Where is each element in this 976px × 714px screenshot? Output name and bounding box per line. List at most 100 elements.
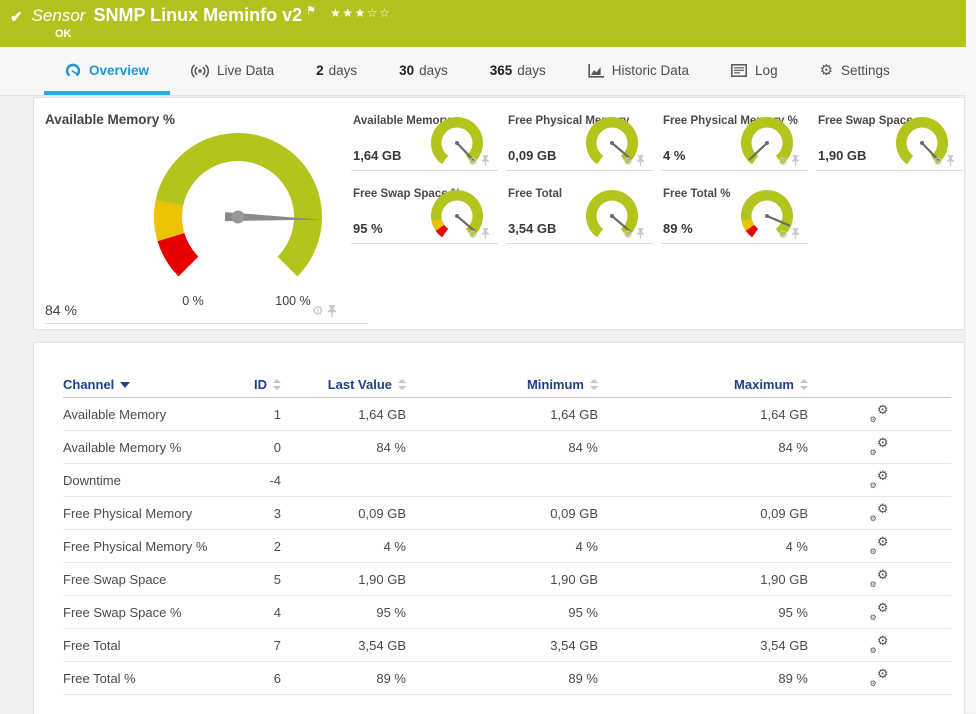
channel-settings-icon[interactable]: ⚙ ⚙	[870, 469, 889, 490]
gauge-actions: ⚙	[312, 305, 337, 318]
channel-id-cell: 7	[223, 628, 281, 662]
sort-icon[interactable]	[273, 378, 281, 390]
minimum-cell: 4 %	[406, 529, 598, 563]
mini-gauge-title: Free Total	[508, 188, 563, 200]
maximum-cell: 0,09 GB	[598, 496, 808, 530]
channel-settings-icon[interactable]: ⚙ ⚙	[870, 634, 889, 655]
mini-gauge-value: 3,54 GB	[508, 221, 557, 236]
channel-id-cell: 0	[223, 430, 281, 464]
gear-icon[interactable]: ⚙	[623, 229, 633, 240]
sort-icon[interactable]	[800, 378, 808, 390]
channel-settings-icon[interactable]: ⚙ ⚙	[870, 568, 889, 589]
channel-id-cell: -4	[223, 463, 281, 497]
column-header-label: Channel	[63, 376, 115, 392]
channel-settings-icon[interactable]: ⚙ ⚙	[870, 535, 889, 556]
gauge-actions: ⚙	[623, 155, 645, 167]
mini-gauge-value: 95 %	[353, 221, 383, 236]
main-gauge	[154, 133, 322, 277]
column-header-label: Maximum	[734, 376, 794, 392]
mini-gauge-card: Free Total % 89 % ⚙	[661, 186, 808, 244]
tab-historic-data[interactable]: Historic Data	[567, 47, 710, 95]
column-header-minimum[interactable]: Minimum	[406, 371, 598, 398]
maximum-cell: 89 %	[598, 661, 808, 695]
tab-30-days[interactable]: 30 days	[378, 47, 469, 95]
minimum-cell: 84 %	[406, 430, 598, 464]
channel-settings-icon[interactable]: ⚙ ⚙	[870, 403, 889, 424]
star-rating[interactable]: ★★★☆☆	[330, 6, 391, 20]
table-row: Downtime -4 ⚙ ⚙	[63, 463, 951, 497]
last-value-cell: 3,54 GB	[281, 628, 406, 662]
column-header-last-value[interactable]: Last Value	[281, 371, 406, 398]
pin-icon[interactable]	[481, 155, 490, 167]
tab-2-days[interactable]: 2 days	[295, 47, 378, 95]
gear-icon[interactable]: ⚙	[778, 156, 788, 167]
gauge-actions: ⚙	[468, 228, 490, 240]
table-row: Available Memory % 0 84 % 84 % 84 % ⚙ ⚙	[63, 430, 951, 464]
table-row: Free Total 7 3,54 GB 3,54 GB 3,54 GB ⚙ ⚙	[63, 628, 951, 662]
tab-log[interactable]: Log	[710, 47, 799, 95]
star-icon[interactable]: ★	[342, 6, 354, 20]
star-icon[interactable]: ☆	[379, 6, 391, 20]
pin-icon[interactable]	[946, 155, 955, 167]
channel-table: Channel ID Last Value Minimum Maximum Availa…	[63, 371, 951, 695]
mini-gauge-value: 0,09 GB	[508, 148, 557, 163]
gauge-actions: ⚙	[778, 228, 800, 240]
priority-flag-icon: ⚑	[306, 5, 317, 17]
area-chart-icon	[588, 63, 604, 78]
mini-gauge-card: Free Physical Memory % 4 % ⚙	[661, 113, 808, 171]
minimum-cell: 1,64 GB	[406, 397, 598, 431]
maximum-cell: 84 %	[598, 430, 808, 464]
star-icon[interactable]: ☆	[367, 6, 379, 20]
sort-icon[interactable]	[398, 378, 406, 390]
channel-id-cell: 5	[223, 562, 281, 596]
gauge-icon	[65, 63, 81, 78]
gear-icon[interactable]: ⚙	[312, 305, 324, 318]
channel-id-cell: 6	[223, 661, 281, 695]
pin-icon[interactable]	[791, 228, 800, 240]
minimum-cell	[406, 463, 598, 497]
channel-settings-icon[interactable]: ⚙ ⚙	[870, 502, 889, 523]
channel-settings-icon[interactable]: ⚙ ⚙	[870, 667, 889, 688]
mini-gauge-card: Available Memory 1,64 GB ⚙	[351, 113, 498, 171]
mini-gauge-value: 1,64 GB	[353, 148, 402, 163]
gear-icon[interactable]: ⚙	[933, 156, 943, 167]
mini-gauge-card: Free Total 3,54 GB ⚙	[506, 186, 653, 244]
tab-bar: Overview Live Data 2 days 30 days 365 da…	[0, 47, 966, 96]
gear-icon[interactable]: ⚙	[468, 229, 478, 240]
pin-icon[interactable]	[327, 305, 337, 318]
gear-icon[interactable]: ⚙	[623, 156, 633, 167]
column-header-id[interactable]: ID	[223, 371, 281, 398]
channel-settings-icon[interactable]: ⚙ ⚙	[870, 601, 889, 622]
table-row: Free Total % 6 89 % 89 % 89 % ⚙ ⚙	[63, 661, 951, 695]
last-value-cell: 84 %	[281, 430, 406, 464]
tab-overview[interactable]: Overview	[44, 47, 171, 95]
tab-settings[interactable]: ⚙ Settings	[799, 47, 911, 95]
column-header-maximum[interactable]: Maximum	[598, 371, 808, 398]
check-icon: ✔	[10, 9, 23, 26]
last-value-cell: 1,64 GB	[281, 397, 406, 431]
channel-name-cell: Free Total	[63, 628, 223, 662]
sort-icon[interactable]	[590, 378, 598, 390]
column-header-label: ID	[254, 376, 267, 392]
mini-gauge-title: Free Total %	[663, 188, 731, 200]
broadcast-icon	[191, 64, 210, 78]
pin-icon[interactable]	[481, 228, 490, 240]
channel-settings-icon[interactable]: ⚙ ⚙	[870, 436, 889, 457]
star-icon[interactable]: ★	[355, 6, 367, 20]
gear-icon[interactable]: ⚙	[468, 156, 478, 167]
sort-desc-icon[interactable]	[120, 381, 131, 388]
mini-gauge-card: Free Swap Space % 95 % ⚙	[351, 186, 498, 244]
star-icon[interactable]: ★	[330, 6, 342, 20]
main-gauge-value: 84 %	[45, 302, 77, 318]
tab-live-data[interactable]: Live Data	[170, 47, 295, 95]
last-value-cell: 4 %	[281, 529, 406, 563]
pin-icon[interactable]	[791, 155, 800, 167]
channel-name-cell: Available Memory	[63, 397, 223, 431]
gear-icon[interactable]: ⚙	[778, 229, 788, 240]
column-header-channel[interactable]: Channel	[63, 371, 223, 398]
pin-icon[interactable]	[636, 155, 645, 167]
channel-name-cell: Available Memory %	[63, 430, 223, 464]
divider	[45, 323, 368, 324]
pin-icon[interactable]	[636, 228, 645, 240]
tab-365-days[interactable]: 365 days	[469, 47, 567, 95]
